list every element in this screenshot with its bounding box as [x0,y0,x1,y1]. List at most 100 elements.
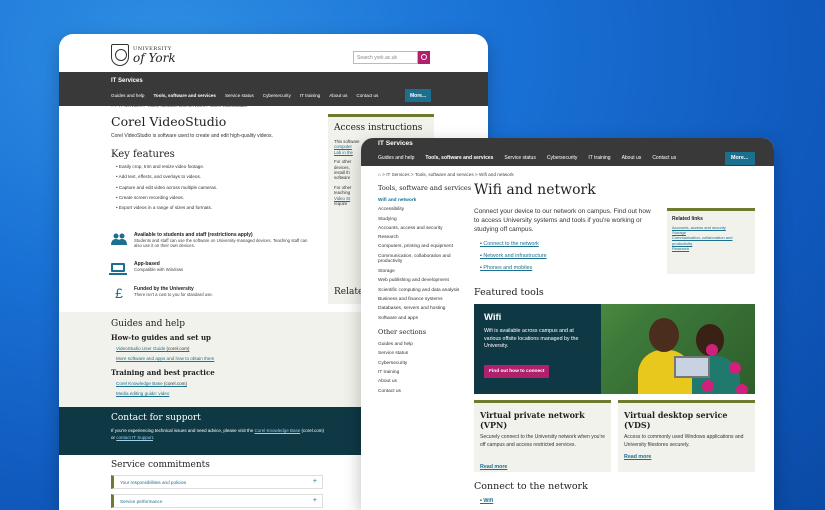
accordion-label: Service performance [120,499,163,504]
nav-tools[interactable]: Tools, software and services [425,155,493,161]
feature-availability: Available to students and staff (restric… [111,232,314,248]
feature-funded: £ Funded by the University There isn't a… [111,286,213,300]
search-input[interactable]: Search york.ac.uk [353,51,418,64]
guide-link-text[interactable]: Corel Knowledge Base [116,381,163,386]
breadcrumb-item[interactable]: IT Services [386,172,409,177]
contact-heading: Contact for support [111,413,201,423]
nav-about[interactable]: About us [622,155,642,161]
sidebar-item-status[interactable]: Service status [378,349,474,358]
sidebar-item-research[interactable]: Research [378,233,474,242]
sidebar-item-studying[interactable]: Studying [378,215,474,224]
sidebar-item-accessibility[interactable]: Accessibility [378,205,474,214]
sidebar-item-guides[interactable]: Guides and help [378,340,474,349]
link-connect[interactable]: Connect to the network [480,241,547,253]
breadcrumb-item: Corel VideoStudio [210,103,247,108]
guide-link-text[interactable]: Media editing guide: video [116,391,169,396]
sidebar-item-training[interactable]: IT training [378,368,474,377]
laptop-image [674,356,710,378]
wifi-link[interactable]: Wifi [480,498,493,504]
sidebar: Tools, software and services Wifi and ne… [378,184,474,396]
card-title: Virtual desktop service (VDS) [624,410,728,430]
plus-icon: + [312,478,317,485]
access-heading: Access instructions [334,123,423,133]
related-link[interactable]: Research [672,246,750,251]
feature-desc: Students and staff can use the software … [134,238,308,248]
accordion-responsibilities[interactable]: Your responsibilities and policies + [111,475,323,489]
nav-contact[interactable]: Contact us [652,155,676,161]
list-item: Create screen recording videos. [116,195,217,205]
york-logo[interactable]: UNIVERSITY of York [111,44,176,66]
intro-text: Corel VideoStudio is software used to cr… [111,133,273,139]
nav-status[interactable]: Service status [225,93,254,98]
page-title: Wifi and network [474,182,596,198]
main-nav: Guides and help Tools, software and serv… [378,155,676,161]
nav-contact[interactable]: Contact us [356,93,378,98]
nav-tools[interactable]: Tools, software and services [153,93,215,98]
guide-link-text[interactable]: VideoStudio User Guide [116,346,165,351]
wifi-desc: Wifi is available across campus and at v… [484,328,579,349]
sidebar-item-about[interactable]: About us [378,377,474,386]
sidebar-item-communication[interactable]: Communication, collaboration and product… [378,254,474,265]
card-desc: Securely connect to the University netwo… [480,434,605,448]
key-features-heading: Key features [111,149,175,160]
related-heading: Relate [334,287,364,297]
breadcrumb-item[interactable]: IT Services [119,103,142,108]
read-more-link[interactable]: Read more [624,454,651,460]
nav-about[interactable]: About us [329,93,347,98]
other-sections-heading: Other sections [378,328,427,337]
sidebar-item-contact[interactable]: Contact us [378,387,474,396]
site-title[interactable]: IT Services [378,140,413,147]
nav-status[interactable]: Service status [504,155,535,161]
contact-support-link[interactable]: contact IT Support [116,435,153,440]
sidebar-item-business[interactable]: Business and finance systems [378,295,474,304]
wifi-feature-banner: Wifi Wifi is available across campus and… [474,304,755,394]
sidebar-item-wifi[interactable]: Wifi and network [378,196,474,205]
home-icon[interactable]: ⌂ [378,172,381,177]
sidebar-item-scientific[interactable]: Scientific computing and data analysis [378,288,474,294]
search-button[interactable] [418,51,430,64]
howto-heading: How-to guides and set up [111,333,211,342]
read-more-link[interactable]: Read more [480,464,507,470]
sidebar-item-cybersecurity[interactable]: Cybersecurity [378,359,474,368]
contact-text: If you're experiencing technical issues … [111,428,324,440]
guide-link-text[interactable]: More software and apps and how to obtain… [116,356,214,361]
feature-desc: There isn't a cost to you for standard u… [134,292,213,297]
knowledge-base-link[interactable]: Corel Knowledge Base [254,428,300,433]
feature-desc: Compatible with Windows [134,267,184,272]
logo-line2: of York [133,50,176,65]
nav-training[interactable]: IT training [300,93,320,98]
nav-cybersecurity[interactable]: Cybersecurity [547,155,578,161]
guide-link-suffix: (corel.com) [165,346,190,351]
list-item: Add text, effects, and overlays to video… [116,174,217,184]
more-button[interactable]: More... [405,89,431,102]
sidebar-item-web[interactable]: Web publishing and development [378,276,474,285]
accordion-label: Your responsibilities and policies [120,480,187,485]
nav-training[interactable]: IT training [588,155,610,161]
accordion-performance[interactable]: Service performance + [111,494,323,508]
training-heading: Training and best practice [111,368,215,377]
breadcrumb-item: Wifi and network [479,172,514,177]
link-phones[interactable]: Phones and mobiles [480,265,547,277]
sidebar-item-computers[interactable]: Computers, printing and equipment [378,242,474,251]
link-infrastructure[interactable]: Network and infrastructure [480,253,546,265]
pound-icon: £ [115,285,123,301]
site-title[interactable]: IT Services [111,78,143,84]
wifi-panel: Wifi Wifi is available across campus and… [474,304,601,394]
find-out-button[interactable]: Find out how to connect [484,365,550,378]
nav-guides[interactable]: Guides and help [111,93,144,98]
more-button[interactable]: More... [725,152,755,165]
home-icon[interactable]: ⌂ [111,103,114,108]
sidebar-item-accounts[interactable]: Accounts, access and security [378,224,474,233]
breadcrumb-item[interactable]: Tools, software and services [415,172,474,177]
nav-cybersecurity[interactable]: Cybersecurity [263,93,291,98]
related-link[interactable]: Communication, collaboration and product… [672,235,750,245]
sidebar-item-storage[interactable]: Storage [378,267,474,276]
users-icon [111,232,127,246]
key-features-list: Easily crop, trim and resize video foota… [116,164,218,215]
sidebar-item-software[interactable]: Software and apps [378,314,474,323]
sidebar-item-databases[interactable]: Databases, servers and hosting [378,304,474,313]
wifi-network-page: IT Services Guides and help Tools, softw… [361,138,774,510]
nav-guides[interactable]: Guides and help [378,155,414,161]
vds-card: Virtual desktop service (VDS) Access to … [618,400,755,472]
breadcrumb-item[interactable]: Tools, software and services [147,103,205,108]
